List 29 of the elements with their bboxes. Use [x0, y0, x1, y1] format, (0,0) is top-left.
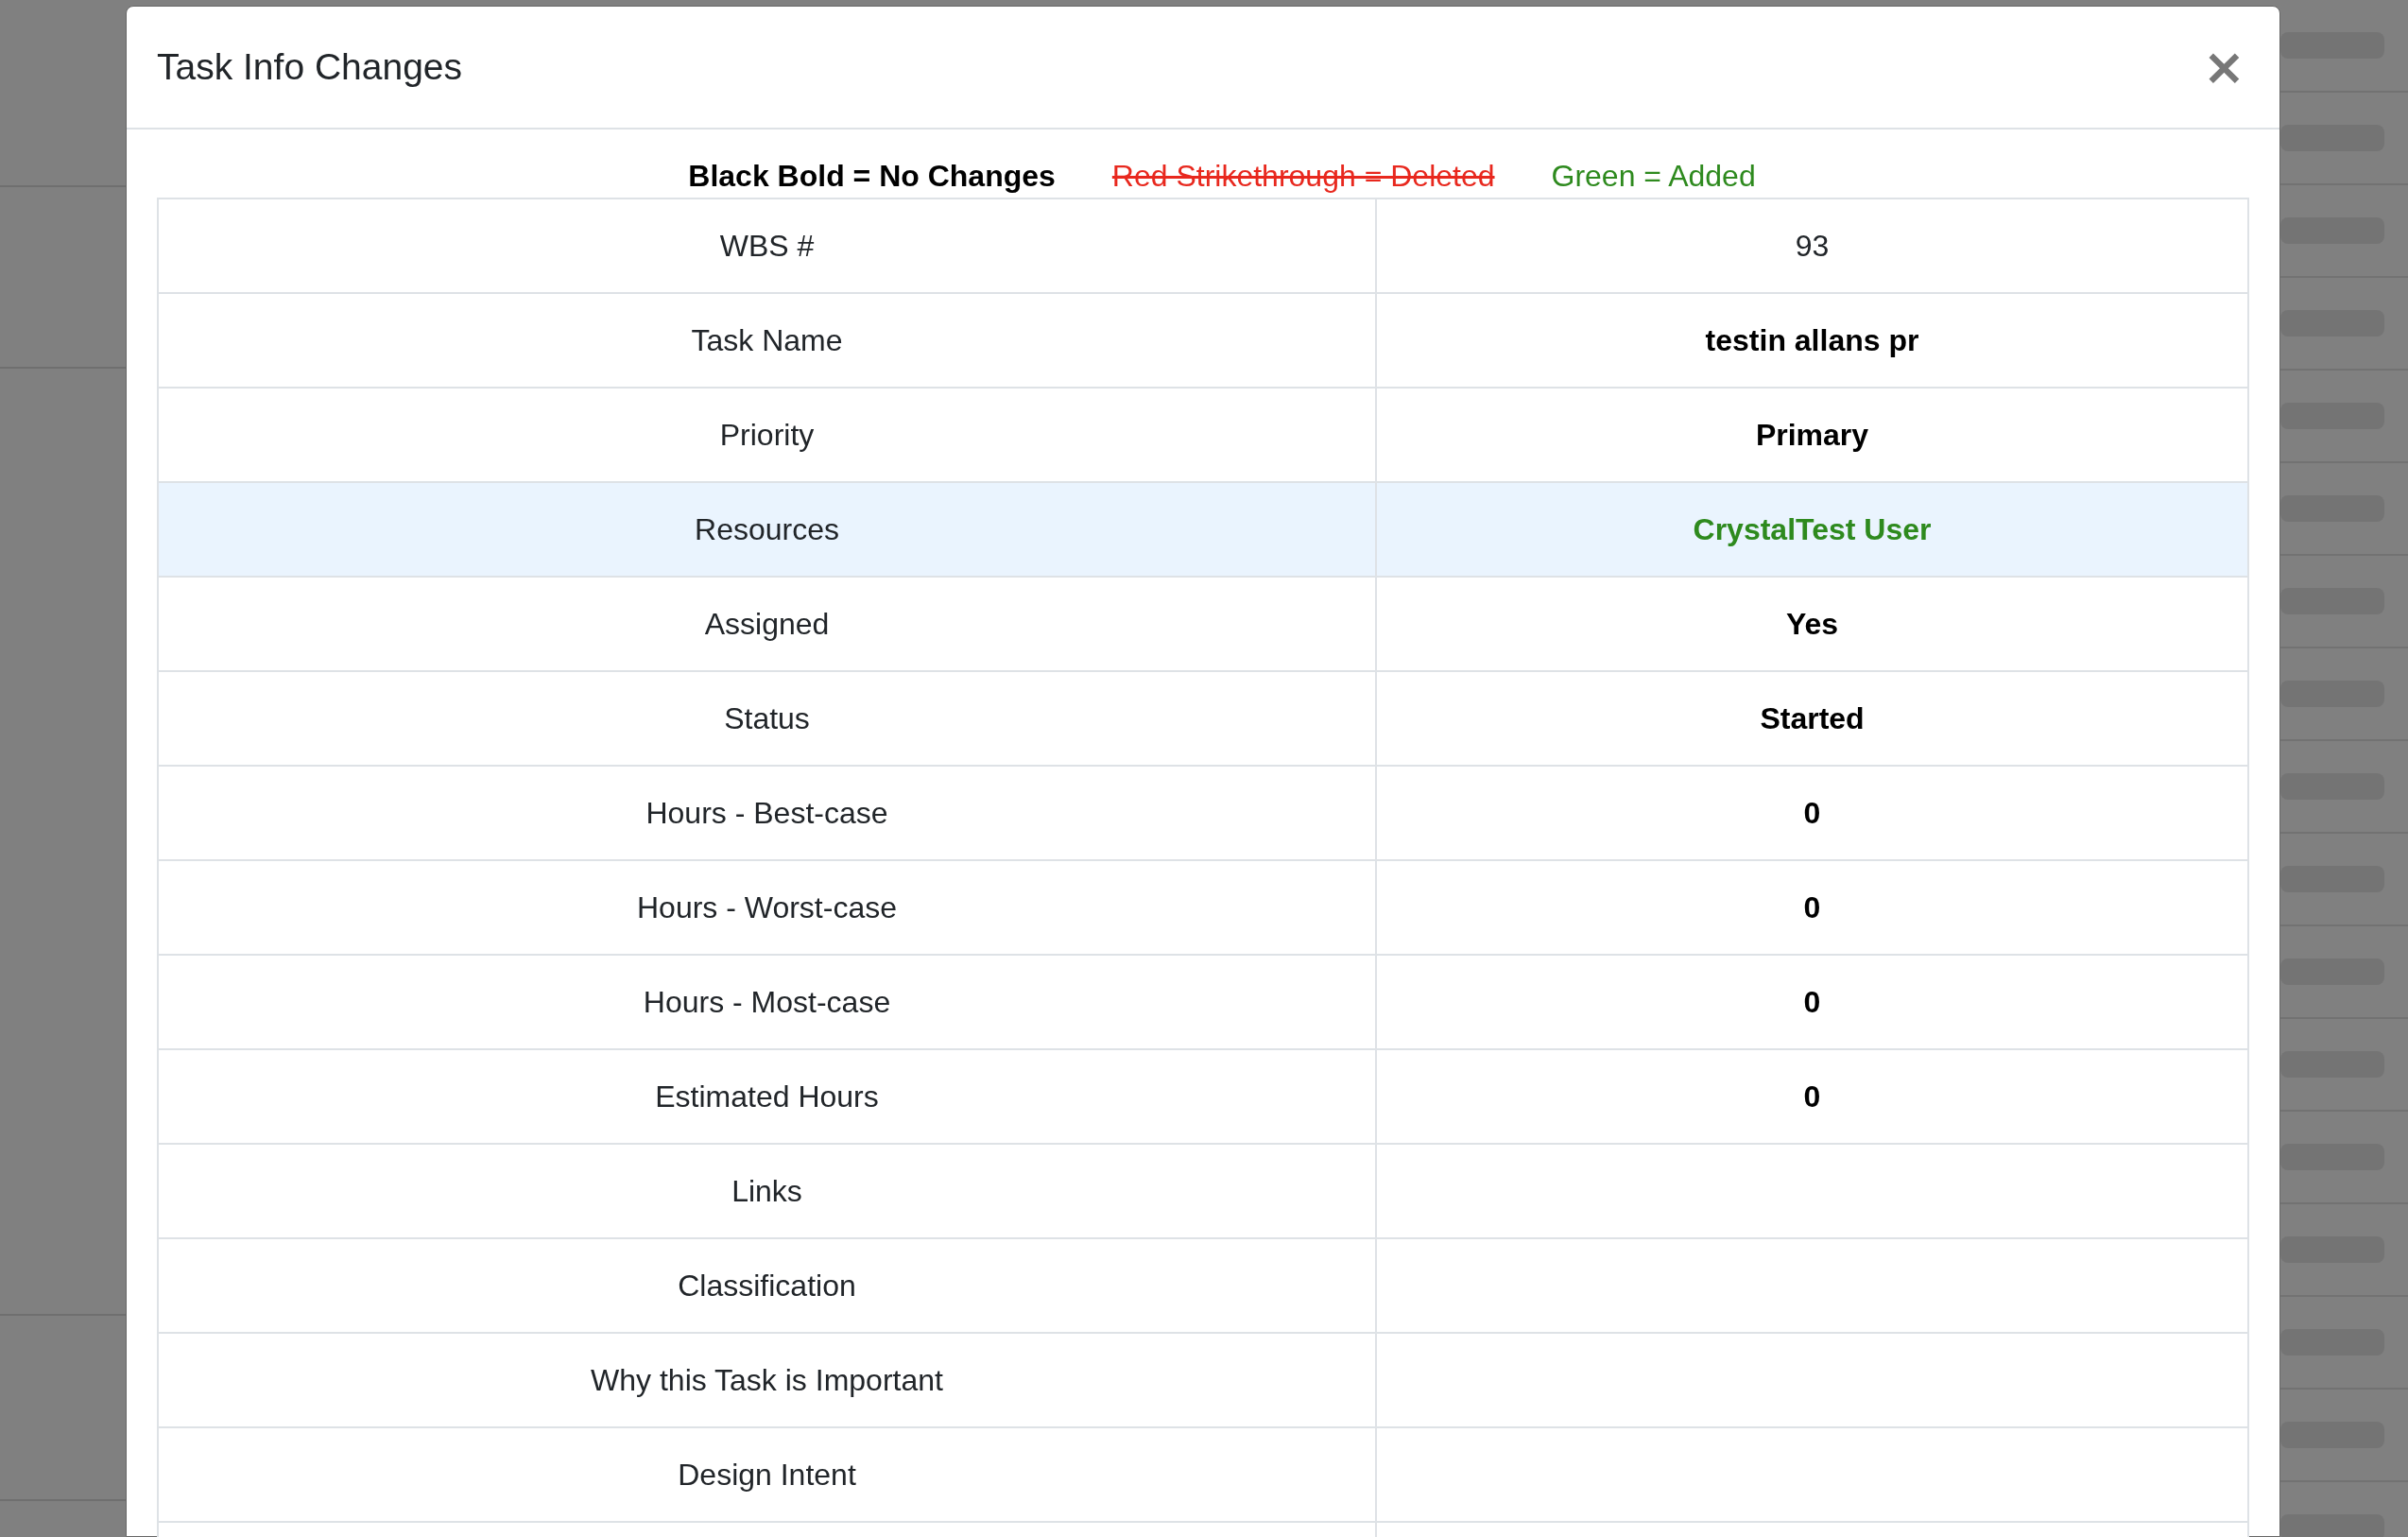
field-value: Yes	[1784, 605, 1840, 643]
field-label: Task Name	[159, 294, 1377, 387]
field-label: Design Intent	[159, 1428, 1377, 1521]
field-label: Classification	[159, 1239, 1377, 1332]
field-label: Assigned	[159, 578, 1377, 670]
field-label: Priority	[159, 389, 1377, 481]
field-label: Resources	[159, 483, 1377, 576]
legend-text: Black Bold = No Changes	[688, 159, 1056, 194]
field-value: 0	[1802, 1078, 1822, 1115]
field-value: Started	[1759, 699, 1866, 737]
field-value: 0	[1802, 983, 1822, 1021]
field-label: Hours - Worst-case	[159, 861, 1377, 954]
legend-text: Green = Added	[1551, 159, 1756, 194]
legend-text: Red Strikethrough = Deleted	[1111, 159, 1495, 194]
field-label: Status	[159, 672, 1377, 765]
field-label: WBS #	[159, 199, 1377, 292]
field-label: Hours - Best-case	[159, 767, 1377, 859]
field-label: Links	[159, 1145, 1377, 1237]
field-label: Estimated Hours	[159, 1050, 1377, 1143]
close-button[interactable]: ×	[2198, 42, 2249, 93]
field-value: 0	[1802, 889, 1822, 926]
modal-title: Task Info Changes	[157, 46, 463, 88]
field-value: Primary	[1754, 416, 1870, 454]
field-value: 93	[1794, 227, 1831, 265]
field-value: CrystalTest User	[1692, 510, 1933, 548]
field-label: Why this Task is Important	[159, 1334, 1377, 1426]
field-value: 0	[1802, 794, 1822, 832]
field-value: testin allans pr	[1704, 321, 1920, 359]
field-label: Hours - Most-case	[159, 956, 1377, 1048]
